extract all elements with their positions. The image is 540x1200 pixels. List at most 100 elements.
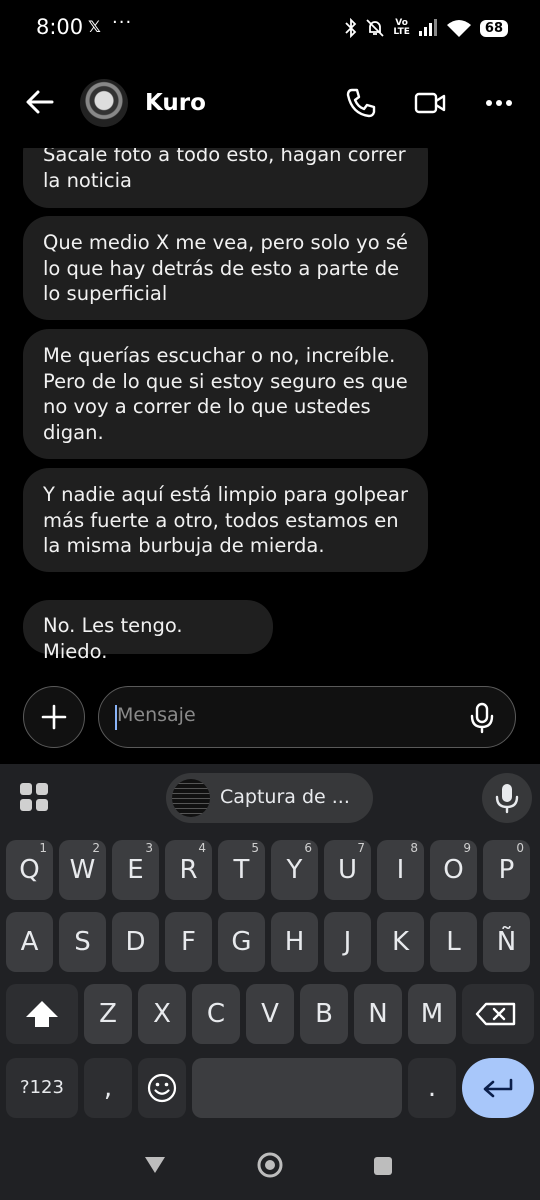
- message-bubble[interactable]: Y nadie aquí está limpio para golpear má…: [23, 468, 428, 572]
- key-hint: 6: [304, 841, 312, 855]
- message-input[interactable]: Mensaje: [98, 686, 516, 748]
- nav-back-icon[interactable]: [143, 1154, 167, 1176]
- key-char: Q: [19, 855, 40, 885]
- signal-icon: [418, 19, 437, 36]
- x-app-notification-icon: 𝕏: [88, 17, 101, 36]
- screenshot-suggestion-chip[interactable]: Captura de ...: [166, 773, 373, 823]
- message-placeholder: Mensaje: [117, 704, 196, 726]
- key-char: O: [443, 855, 464, 885]
- key-enye[interactable]: Ñ: [483, 912, 530, 972]
- system-navigation-bar: [0, 1130, 540, 1200]
- contact-avatar[interactable]: [80, 79, 128, 127]
- key-hint: 3: [145, 841, 153, 855]
- more-notifications-icon: ···: [112, 12, 133, 33]
- key-char: U: [337, 855, 358, 885]
- key-char: P: [498, 855, 515, 885]
- key-hint: 7: [357, 841, 365, 855]
- key-q[interactable]: Q1: [6, 840, 53, 900]
- shift-arrow-icon: [26, 1001, 58, 1027]
- mic-icon: [495, 784, 519, 814]
- volte-indicator: Vo LTE: [393, 19, 410, 37]
- shift-key[interactable]: [6, 984, 78, 1044]
- key-o[interactable]: O9: [430, 840, 477, 900]
- symbols-key[interactable]: ?123: [6, 1058, 78, 1118]
- message-list[interactable]: Sacale foto a todo esto, hagan correr la…: [0, 148, 540, 668]
- nav-home-icon[interactable]: [256, 1151, 284, 1179]
- more-options-icon[interactable]: [482, 86, 516, 120]
- key-m[interactable]: M: [408, 984, 456, 1044]
- backspace-key[interactable]: [462, 984, 534, 1044]
- key-hint: 2: [92, 841, 100, 855]
- enter-arrow-icon: [483, 1078, 513, 1098]
- back-arrow-icon[interactable]: [22, 84, 58, 120]
- suggestion-label: Captura de ...: [220, 786, 350, 808]
- screenshot-thumbnail: [172, 779, 210, 817]
- key-n[interactable]: N: [354, 984, 402, 1044]
- spacebar[interactable]: [192, 1058, 402, 1118]
- key-f[interactable]: F: [165, 912, 212, 972]
- key-p[interactable]: P0: [483, 840, 530, 900]
- key-hint: 5: [251, 841, 259, 855]
- status-icons: Vo LTE 68: [345, 14, 508, 42]
- message-bubble[interactable]: Me querías escuchar o no, increíble. Per…: [23, 329, 428, 459]
- plus-icon: [41, 704, 67, 730]
- contact-name[interactable]: Kuro: [145, 90, 206, 116]
- message-text: Me querías escuchar o no, increíble. Per…: [43, 344, 408, 444]
- period-key[interactable]: .: [408, 1058, 456, 1118]
- status-time: 8:00: [36, 15, 84, 39]
- key-t[interactable]: T5: [218, 840, 265, 900]
- key-b[interactable]: B: [300, 984, 348, 1044]
- bluetooth-icon: [345, 18, 357, 38]
- volte-bottom: LTE: [393, 27, 410, 37]
- key-x[interactable]: X: [138, 984, 186, 1044]
- nav-recents-icon[interactable]: [372, 1155, 394, 1177]
- key-e[interactable]: E3: [112, 840, 159, 900]
- key-c[interactable]: C: [192, 984, 240, 1044]
- voice-message-mic-icon[interactable]: [467, 702, 497, 734]
- key-j[interactable]: J: [324, 912, 371, 972]
- key-w[interactable]: W2: [59, 840, 106, 900]
- emoji-smile-icon: [147, 1073, 177, 1103]
- key-hint: 0: [516, 841, 524, 855]
- add-attachment-button[interactable]: [23, 686, 85, 748]
- message-text: Y nadie aquí está limpio para golpear má…: [43, 483, 408, 557]
- key-a[interactable]: A: [6, 912, 53, 972]
- key-y[interactable]: Y6: [271, 840, 318, 900]
- backspace-icon: [475, 1002, 516, 1026]
- key-char: R: [179, 855, 198, 885]
- key-char: E: [127, 855, 144, 885]
- phone-call-icon[interactable]: [344, 86, 378, 120]
- enter-key[interactable]: [462, 1058, 534, 1118]
- keyboard-voice-input-button[interactable]: [482, 773, 532, 823]
- key-hint: 4: [198, 841, 206, 855]
- key-v[interactable]: V: [246, 984, 294, 1044]
- key-char: T: [233, 855, 250, 885]
- wifi-icon: [446, 20, 471, 37]
- key-l[interactable]: L: [430, 912, 477, 972]
- key-hint: 9: [463, 841, 471, 855]
- key-g[interactable]: G: [218, 912, 265, 972]
- key-d[interactable]: D: [112, 912, 159, 972]
- key-k[interactable]: K: [377, 912, 424, 972]
- key-i[interactable]: I8: [377, 840, 424, 900]
- key-u[interactable]: U7: [324, 840, 371, 900]
- mute-bell-icon: [366, 19, 384, 37]
- apps-grid-icon[interactable]: [19, 782, 49, 812]
- key-h[interactable]: H: [271, 912, 318, 972]
- status-bar: 8:00 𝕏 ··· Vo LTE 68: [0, 0, 540, 58]
- key-r[interactable]: R4: [165, 840, 212, 900]
- message-text: Sacale foto a todo esto, hagan correr la…: [43, 148, 406, 192]
- message-bubble[interactable]: Que medio X me vea, pero solo yo sé lo q…: [23, 216, 428, 320]
- message-text: No. Les tengo. Miedo.: [43, 614, 183, 663]
- key-s[interactable]: S: [59, 912, 106, 972]
- video-call-icon[interactable]: [413, 86, 447, 120]
- message-bubble[interactable]: Sacale foto a todo esto, hagan correr la…: [23, 148, 428, 208]
- key-z[interactable]: Z: [84, 984, 132, 1044]
- message-bubble[interactable]: No. Les tengo. Miedo.: [23, 600, 273, 663]
- text-cursor: [115, 705, 117, 730]
- emoji-key[interactable]: [138, 1058, 186, 1118]
- comma-key[interactable]: ,: [84, 1058, 132, 1118]
- key-hint: 8: [410, 841, 418, 855]
- message-text: Que medio X me vea, pero solo yo sé lo q…: [43, 231, 409, 305]
- battery-level: 68: [479, 19, 508, 37]
